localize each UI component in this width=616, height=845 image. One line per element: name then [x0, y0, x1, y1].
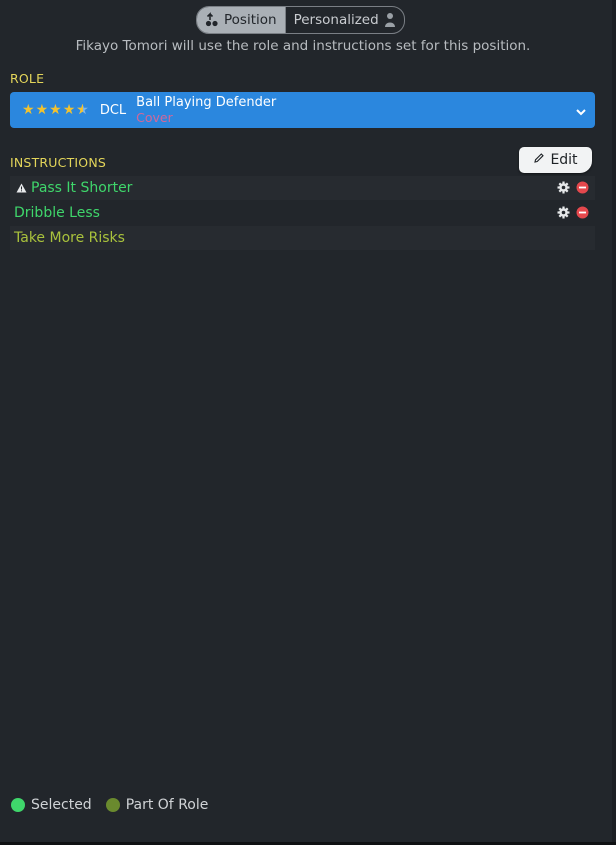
edit-instructions-button[interactable]: Edit: [519, 147, 592, 173]
role-rating-stars: ★ ★ ★ ★ ★: [22, 103, 89, 117]
role-selector[interactable]: ★ ★ ★ ★ ★ DCL Ball Playing Defender Cove…: [10, 92, 595, 128]
role-duty: Cover: [136, 110, 173, 125]
legend: Selected Part Of Role: [11, 797, 208, 813]
instruction-row[interactable]: Pass It Shorter: [10, 176, 595, 200]
instruction-row[interactable]: Dribble Less: [10, 201, 595, 225]
legend-selected-label: Selected: [31, 797, 92, 813]
window-edge: [612, 0, 616, 842]
instruction-label: Dribble Less: [14, 205, 100, 221]
star-icon: ★: [62, 102, 76, 118]
warning-icon: [16, 183, 27, 193]
instruction-row[interactable]: Take More Risks: [10, 226, 595, 250]
role-source-toggle: Position Personalized: [196, 6, 405, 34]
pencil-icon: [533, 152, 545, 168]
remove-icon[interactable]: [576, 206, 589, 223]
role-text: Ball Playing Defender Cover: [136, 95, 276, 125]
gear-icon[interactable]: [557, 206, 570, 223]
personalized-toggle-button[interactable]: Personalized: [284, 7, 404, 33]
edit-label: Edit: [550, 152, 578, 168]
remove-icon[interactable]: [576, 181, 589, 198]
legend-part-of-role-label: Part Of Role: [125, 797, 209, 813]
instruction-label: Take More Risks: [14, 230, 125, 246]
role-info-text: Fikayo Tomori will use the role and inst…: [75, 38, 531, 54]
person-icon: [384, 12, 396, 28]
selected-dot-icon: [11, 798, 25, 812]
role-section-title: ROLE: [10, 71, 45, 86]
star-icon: ★: [35, 102, 49, 118]
star-icon: ★: [22, 102, 35, 118]
role-position: DCL: [99, 102, 127, 118]
star-icon: ★: [49, 102, 62, 118]
instruction-label: Pass It Shorter: [31, 180, 133, 196]
chevron-down-icon[interactable]: [575, 103, 587, 122]
half-star-icon: ★: [76, 103, 89, 117]
instructions-list: Pass It Shorter Dribble Less Take More R…: [10, 176, 595, 251]
position-icon: [205, 12, 219, 28]
position-toggle-label: Position: [224, 12, 277, 28]
part-of-role-dot-icon: [105, 798, 120, 812]
instructions-section-title: INSTRUCTIONS: [10, 155, 107, 170]
position-toggle-button[interactable]: Position: [197, 7, 285, 33]
personalized-toggle-label: Personalized: [293, 12, 379, 28]
gear-icon[interactable]: [557, 181, 570, 198]
role-name: Ball Playing Defender: [136, 95, 277, 110]
